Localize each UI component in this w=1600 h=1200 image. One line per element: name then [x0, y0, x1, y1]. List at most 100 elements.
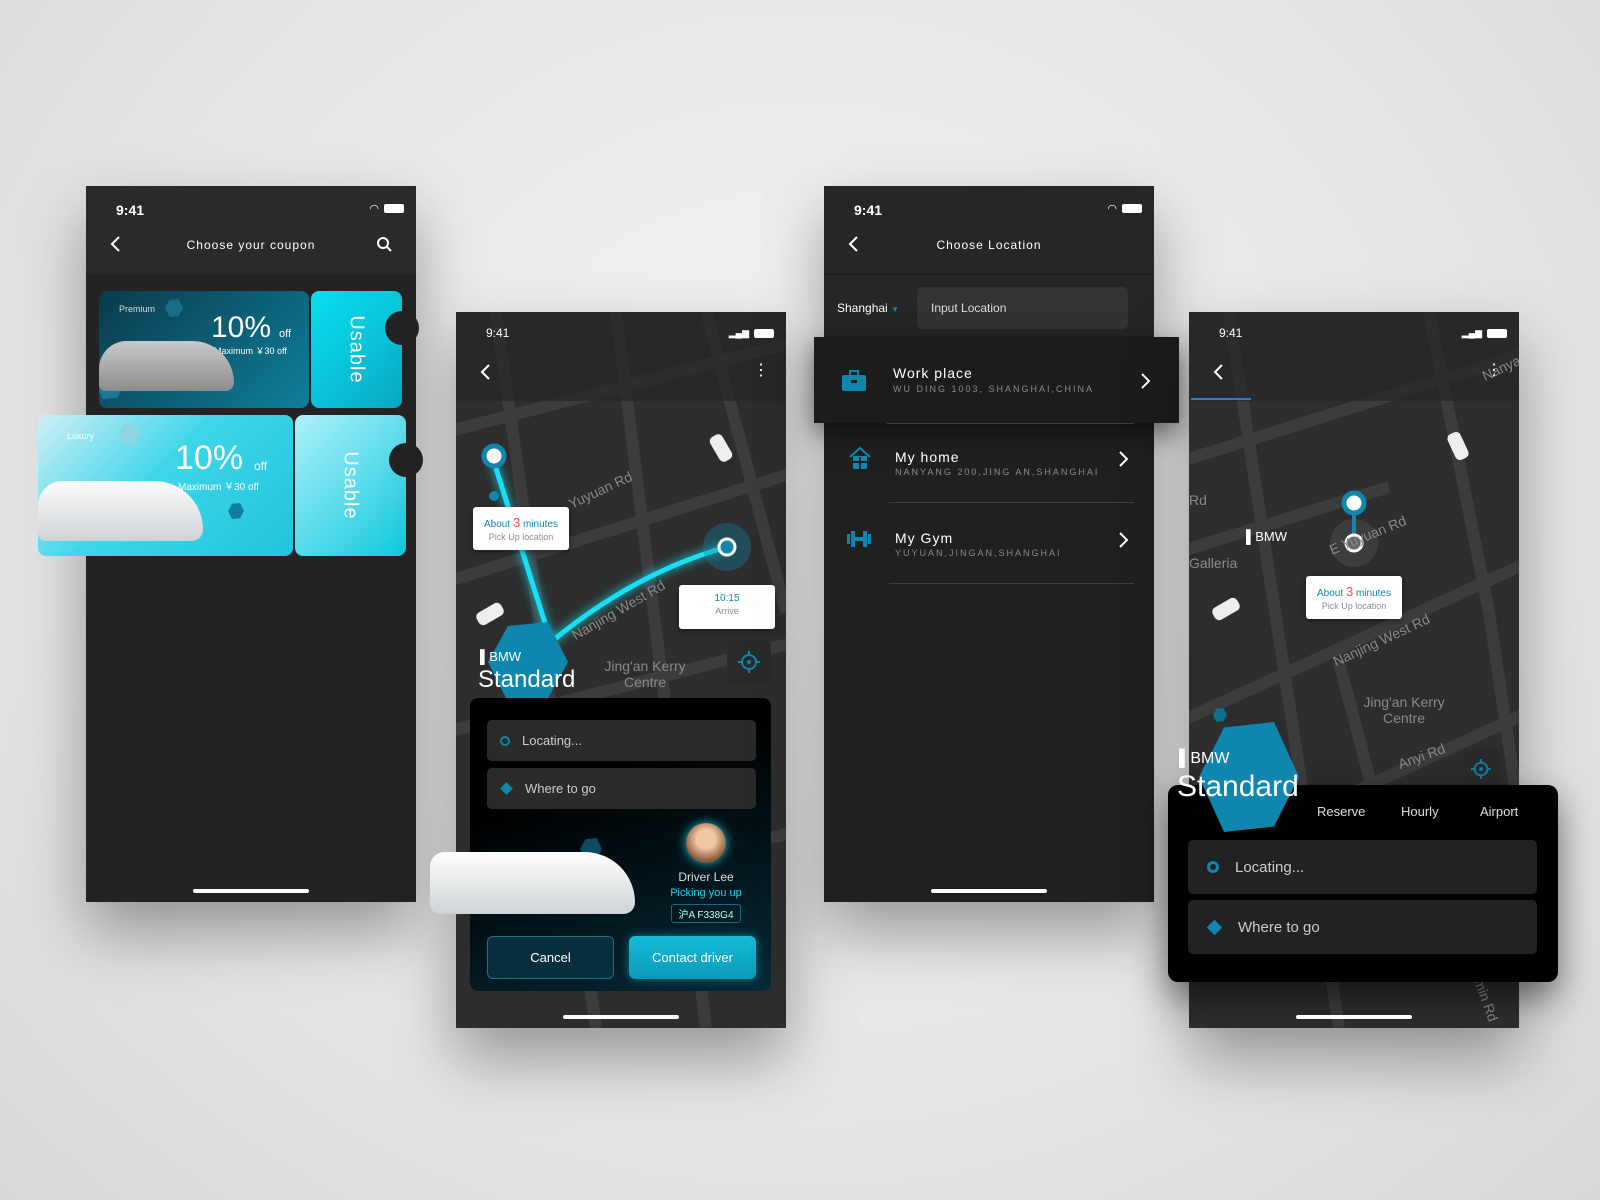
destination-field[interactable]: Where to go — [487, 768, 756, 809]
coupon-usable-button[interactable]: Usable — [311, 291, 419, 408]
diamond-icon — [500, 782, 513, 795]
place-item-gym[interactable]: My Gym YUYUAN,JINGAN,SHANGHAI — [824, 506, 1154, 582]
header — [86, 186, 416, 274]
status-time: 9:41 — [486, 326, 510, 340]
back-icon[interactable] — [1213, 364, 1225, 380]
home-indicator — [931, 889, 1047, 893]
map-label: Galleria — [1189, 555, 1238, 571]
tab-hourly[interactable]: Hourly — [1401, 804, 1439, 819]
driver-status: Picking you up — [670, 887, 742, 899]
ride-screen: Yuyuan Rd Nanjing West Rd Jing'an Kerry … — [430, 312, 786, 1028]
page-title: Choose your coupon — [186, 238, 316, 252]
more-menu-icon[interactable]: ⋮ — [753, 360, 769, 380]
coupon-off: off — [254, 459, 268, 473]
diamond-icon — [1206, 919, 1223, 935]
coupon-tier: Luxury — [67, 431, 95, 441]
coupon-status: Usable — [339, 451, 362, 520]
chevron-right-icon — [1119, 532, 1128, 548]
coupon-usable-button[interactable]: Usable — [295, 415, 423, 556]
place-item-work[interactable]: Work place WU DING 1003, SHANGHAI,CHINA — [814, 337, 1179, 423]
coupon-status: Usable — [345, 315, 368, 384]
coupon-premium[interactable]: Premium 10% off Maximum ￥30 off — [99, 291, 309, 408]
car-image-convertible — [430, 852, 635, 914]
place-address: NANYANG 200,JING AN,SHANGHAI — [895, 467, 1100, 477]
brand-label: ▌BMW — [1179, 750, 1230, 767]
search-icon[interactable] — [376, 236, 392, 252]
place-name: My home — [895, 449, 960, 465]
briefcase-icon — [842, 370, 866, 391]
crosshair-icon — [738, 650, 760, 673]
map-label: Jing'an Kerry Centre — [604, 658, 686, 690]
hexagon-decoration — [165, 299, 183, 317]
status-time: 9:41 — [854, 202, 883, 218]
wifi-icon: ◠ — [369, 203, 379, 215]
destination-placeholder: Where to go — [525, 781, 596, 796]
locate-me-button[interactable] — [1463, 749, 1499, 789]
pickup-callout: About 3 minutes Pick Up location — [1306, 576, 1402, 619]
place-name: My Gym — [895, 530, 954, 546]
locate-me-button[interactable] — [727, 640, 771, 683]
coupon-luxury[interactable]: Luxury 10% off Maximum ￥30 off — [38, 415, 293, 556]
contact-driver-button[interactable]: Contact driver — [629, 936, 756, 979]
car-image-silver — [99, 341, 234, 391]
map-label: Rd — [1189, 492, 1207, 508]
crosshair-icon — [1471, 759, 1491, 779]
pickup-value: Locating... — [1235, 858, 1305, 876]
coupon-discount: 10% — [175, 439, 244, 477]
location-input[interactable]: Input Location — [917, 287, 1128, 329]
map-label: Jing'an Kerry Centre — [1363, 694, 1445, 726]
coupon-off: off — [279, 328, 292, 340]
coupon-max: Maximum ￥30 off — [214, 346, 287, 356]
home-indicator — [193, 889, 309, 893]
tab-airport[interactable]: Airport — [1480, 804, 1518, 819]
place-name: Work place — [893, 365, 973, 381]
brand-label: ▌BMW — [480, 649, 521, 664]
battery-icon — [1487, 329, 1507, 338]
tab-reserve[interactable]: Reserve — [1317, 804, 1365, 819]
location-dot-icon — [1207, 861, 1219, 873]
destination-field[interactable]: Where to go — [1188, 900, 1537, 954]
arrive-callout: 10:15 Arrive — [679, 585, 775, 629]
status-icons: ◠ — [369, 202, 404, 215]
cancel-button[interactable]: Cancel — [487, 936, 614, 979]
coupon-discount: 10% — [211, 311, 272, 344]
battery-icon — [384, 204, 404, 213]
back-icon[interactable] — [480, 364, 492, 380]
signal-icon: ▂▄▆ — [1461, 328, 1482, 338]
destination-placeholder: Where to go — [1238, 918, 1320, 936]
coupon-max: Maximum ￥30 off — [178, 482, 259, 493]
driver-avatar — [686, 823, 726, 863]
dropdown-caret-icon: ▼ — [891, 305, 899, 314]
battery-icon — [1122, 204, 1142, 213]
place-address: YUYUAN,JINGAN,SHANGHAI — [895, 548, 1062, 558]
home-indicator — [563, 1015, 679, 1019]
status-time: 9:41 — [116, 202, 145, 218]
map-brand-label: ▌BMW — [1246, 529, 1287, 544]
pickup-field[interactable]: Locating... — [487, 720, 756, 761]
booking-screen: Nanya Rd Galleria E Yuyuan Rd Nanjing We… — [1168, 312, 1558, 1028]
status-time: 9:41 — [1219, 326, 1243, 340]
car-class-title: Standard — [478, 666, 576, 693]
car-class-title: Standard — [1177, 770, 1299, 803]
hexagon-decoration — [228, 503, 244, 519]
battery-icon — [754, 329, 774, 338]
place-address: WU DING 1003, SHANGHAI,CHINA — [893, 384, 1095, 394]
location-dot-icon — [500, 735, 510, 746]
license-plate: 沪A F338G4 — [671, 904, 741, 923]
pickup-callout: About 3 minutes Pick Up location — [473, 507, 569, 550]
pickup-field[interactable]: Locating... — [1188, 840, 1537, 894]
location-screen: 9:41 ◠ Choose Location Shanghai ▼ Input … — [814, 186, 1179, 902]
coupon-screen: 9:41 ◠ Choose your coupon Premium 10% of… — [38, 186, 423, 902]
home-icon — [849, 446, 871, 469]
coupon-tier: Premium — [119, 304, 156, 314]
driver-name: Driver Lee — [678, 870, 734, 884]
city-selector[interactable]: Shanghai ▼ — [837, 301, 899, 315]
status-icons: ▂▄▆ — [729, 328, 774, 339]
status-icons: ◠ — [1107, 202, 1142, 215]
car-image-white — [38, 481, 203, 541]
hexagon-decoration — [118, 423, 140, 445]
place-item-home[interactable]: My home NANYANG 200,JING AN,SHANGHAI — [824, 426, 1154, 502]
home-indicator — [1296, 1015, 1412, 1019]
pickup-value: Locating... — [522, 733, 582, 748]
more-menu-icon[interactable]: ⋮ — [1486, 360, 1502, 380]
